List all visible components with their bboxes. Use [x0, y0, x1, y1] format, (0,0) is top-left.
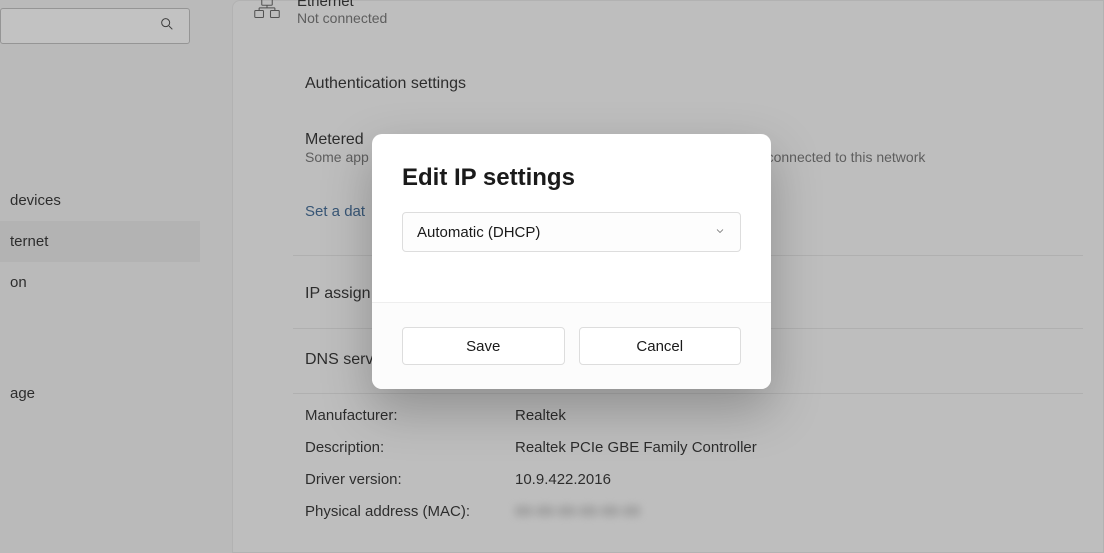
cancel-button[interactable]: Cancel [579, 327, 742, 365]
modal-title: Edit IP settings [402, 164, 741, 192]
modal-footer: Save Cancel [372, 302, 771, 389]
ip-mode-dropdown[interactable]: Automatic (DHCP) [402, 212, 741, 252]
edit-ip-modal: Edit IP settings Automatic (DHCP) Save C… [372, 134, 771, 389]
modal-body: Edit IP settings Automatic (DHCP) [372, 134, 771, 302]
save-button[interactable]: Save [402, 327, 565, 365]
dropdown-value: Automatic (DHCP) [417, 224, 540, 241]
chevron-down-icon [714, 224, 726, 241]
